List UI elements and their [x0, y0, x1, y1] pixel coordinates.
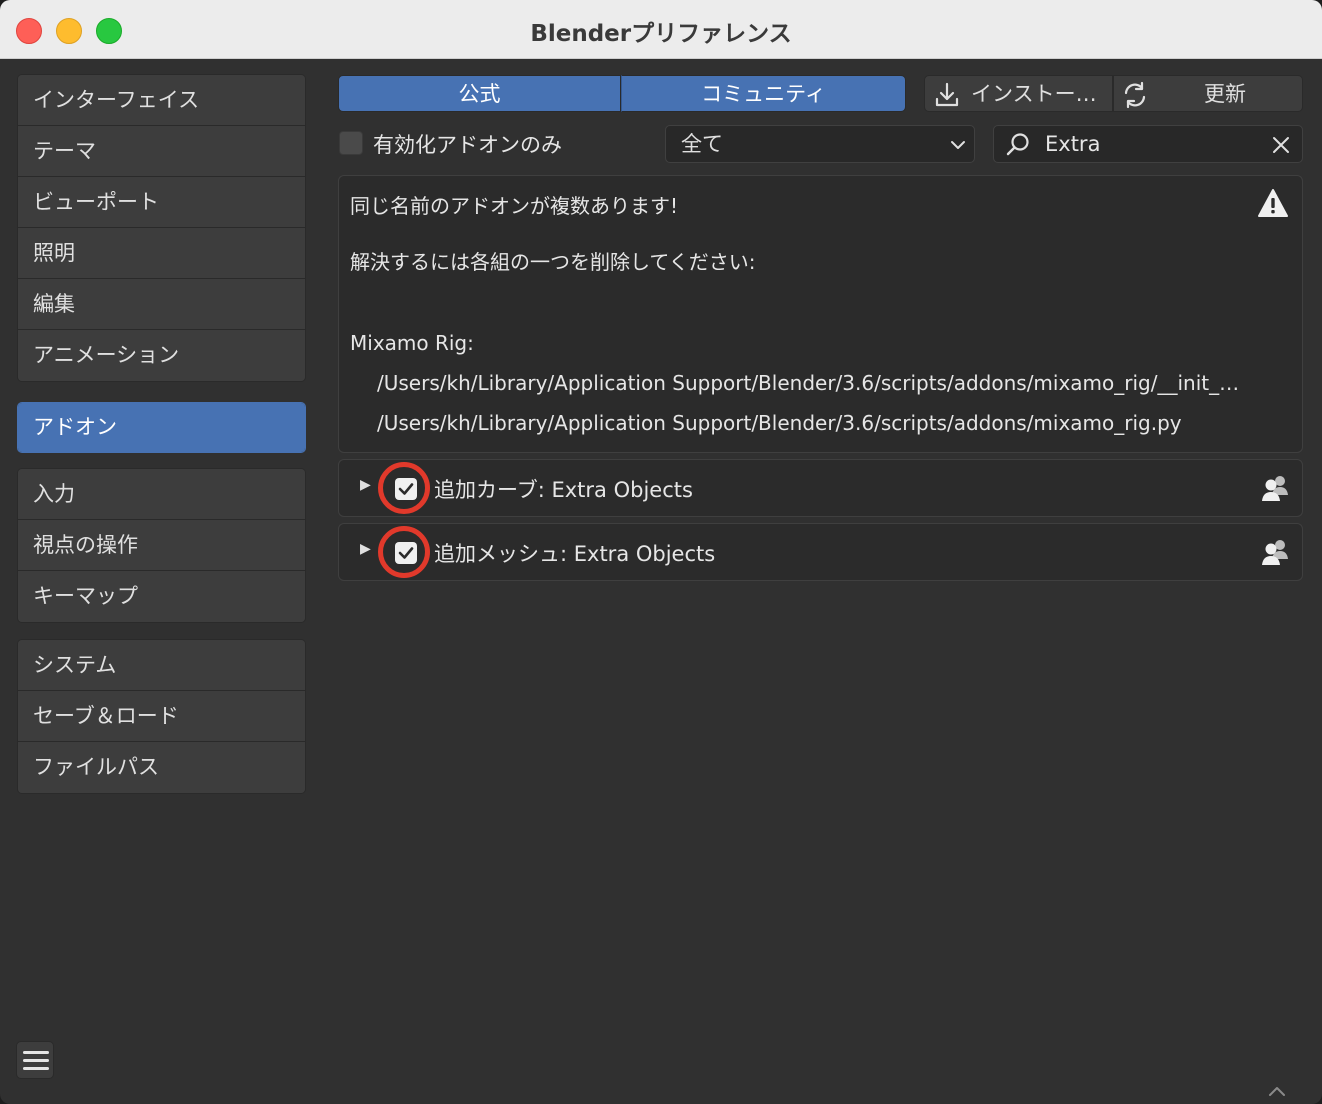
- refresh-label: 更新: [1204, 82, 1246, 106]
- enabled-only-checkbox[interactable]: [339, 131, 363, 155]
- install-label: インストー…: [971, 82, 1097, 106]
- sidebar-item-system[interactable]: システム: [18, 640, 305, 691]
- addon-row-extra-meshes[interactable]: ▶ 追加メッシュ: Extra Objects: [338, 523, 1303, 581]
- highlight-ring: [378, 526, 430, 578]
- search-input[interactable]: Extra: [1045, 126, 1100, 162]
- community-users-icon: [1262, 476, 1288, 501]
- highlight-ring: [378, 462, 430, 514]
- sidebar-item-keymap[interactable]: キーマップ: [18, 571, 305, 622]
- enabled-only-label: 有効化アドオンのみ: [373, 133, 562, 157]
- refresh-icon: [1124, 81, 1146, 109]
- addon-label: 追加カーブ: Extra Objects: [434, 478, 693, 502]
- warning-title: 同じ名前のアドオンが複数あります!: [350, 194, 679, 218]
- sidebar-item-addons[interactable]: アドオン: [18, 403, 305, 452]
- hamburger-menu-button[interactable]: [16, 1041, 54, 1079]
- expand-arrow-icon[interactable]: ▶: [360, 541, 371, 557]
- tab-official[interactable]: 公式: [338, 75, 621, 112]
- download-icon: [935, 82, 959, 107]
- community-users-icon: [1262, 540, 1288, 565]
- category-value: 全て: [681, 132, 723, 156]
- tab-community[interactable]: コミュニティ: [621, 75, 906, 112]
- addon-label: 追加メッシュ: Extra Objects: [434, 542, 716, 566]
- sidebar-group-input: 入力 視点の操作 キーマップ: [17, 468, 306, 623]
- sidebar-item-viewport[interactable]: ビューポート: [18, 177, 305, 228]
- install-button[interactable]: インストー…: [924, 75, 1113, 112]
- refresh-button[interactable]: 更新: [1113, 75, 1303, 112]
- sidebar-group-system: システム セーブ＆ロード ファイルパス: [17, 639, 306, 794]
- sidebar-item-lights[interactable]: 照明: [18, 228, 305, 279]
- title-bar: Blenderプリファレンス: [0, 0, 1322, 59]
- preferences-window: Blenderプリファレンス インターフェイス テーマ ビューポート 照明 編集…: [0, 0, 1322, 1104]
- hamburger-menu-icon: [23, 1051, 49, 1054]
- sidebar-item-editing[interactable]: 編集: [18, 279, 305, 330]
- chevron-down-icon: [951, 141, 965, 149]
- sidebar-group-addons: アドオン: [17, 402, 306, 453]
- duplicate-addons-warning: 同じ名前のアドオンが複数あります! 解決するには各組の一つを削除してください: …: [338, 175, 1303, 453]
- sidebar-item-file-paths[interactable]: ファイルパス: [18, 742, 305, 793]
- clear-search-icon[interactable]: [1272, 136, 1290, 154]
- sidebar-item-themes[interactable]: テーマ: [18, 126, 305, 177]
- search-field[interactable]: Extra: [993, 125, 1303, 163]
- window-title: Blenderプリファレンス: [530, 21, 792, 47]
- sidebar-item-animation[interactable]: アニメーション: [18, 330, 305, 381]
- warning-instruction: 解決するには各組の一つを削除してください:: [350, 250, 756, 274]
- category-dropdown[interactable]: 全て: [665, 125, 975, 163]
- duplicate-path-2: /Users/kh/Library/Application Support/Bl…: [377, 411, 1182, 435]
- sidebar-item-save-load[interactable]: セーブ＆ロード: [18, 691, 305, 742]
- expand-arrow-icon[interactable]: ▶: [360, 477, 371, 493]
- warning-icon: [1258, 189, 1288, 217]
- sidebar-item-interface[interactable]: インターフェイス: [18, 75, 305, 126]
- chevron-up-icon[interactable]: [1266, 1084, 1288, 1098]
- sidebar-item-navigation[interactable]: 視点の操作: [18, 520, 305, 571]
- duplicate-addon-name: Mixamo Rig:: [350, 331, 474, 355]
- sidebar-group-interface: インターフェイス テーマ ビューポート 照明 編集 アニメーション: [17, 74, 306, 382]
- addon-row-extra-curves[interactable]: ▶ 追加カーブ: Extra Objects: [338, 459, 1303, 517]
- sidebar-item-input[interactable]: 入力: [18, 469, 305, 520]
- duplicate-path-1: /Users/kh/Library/Application Support/Bl…: [377, 371, 1240, 395]
- search-icon: [1006, 133, 1029, 156]
